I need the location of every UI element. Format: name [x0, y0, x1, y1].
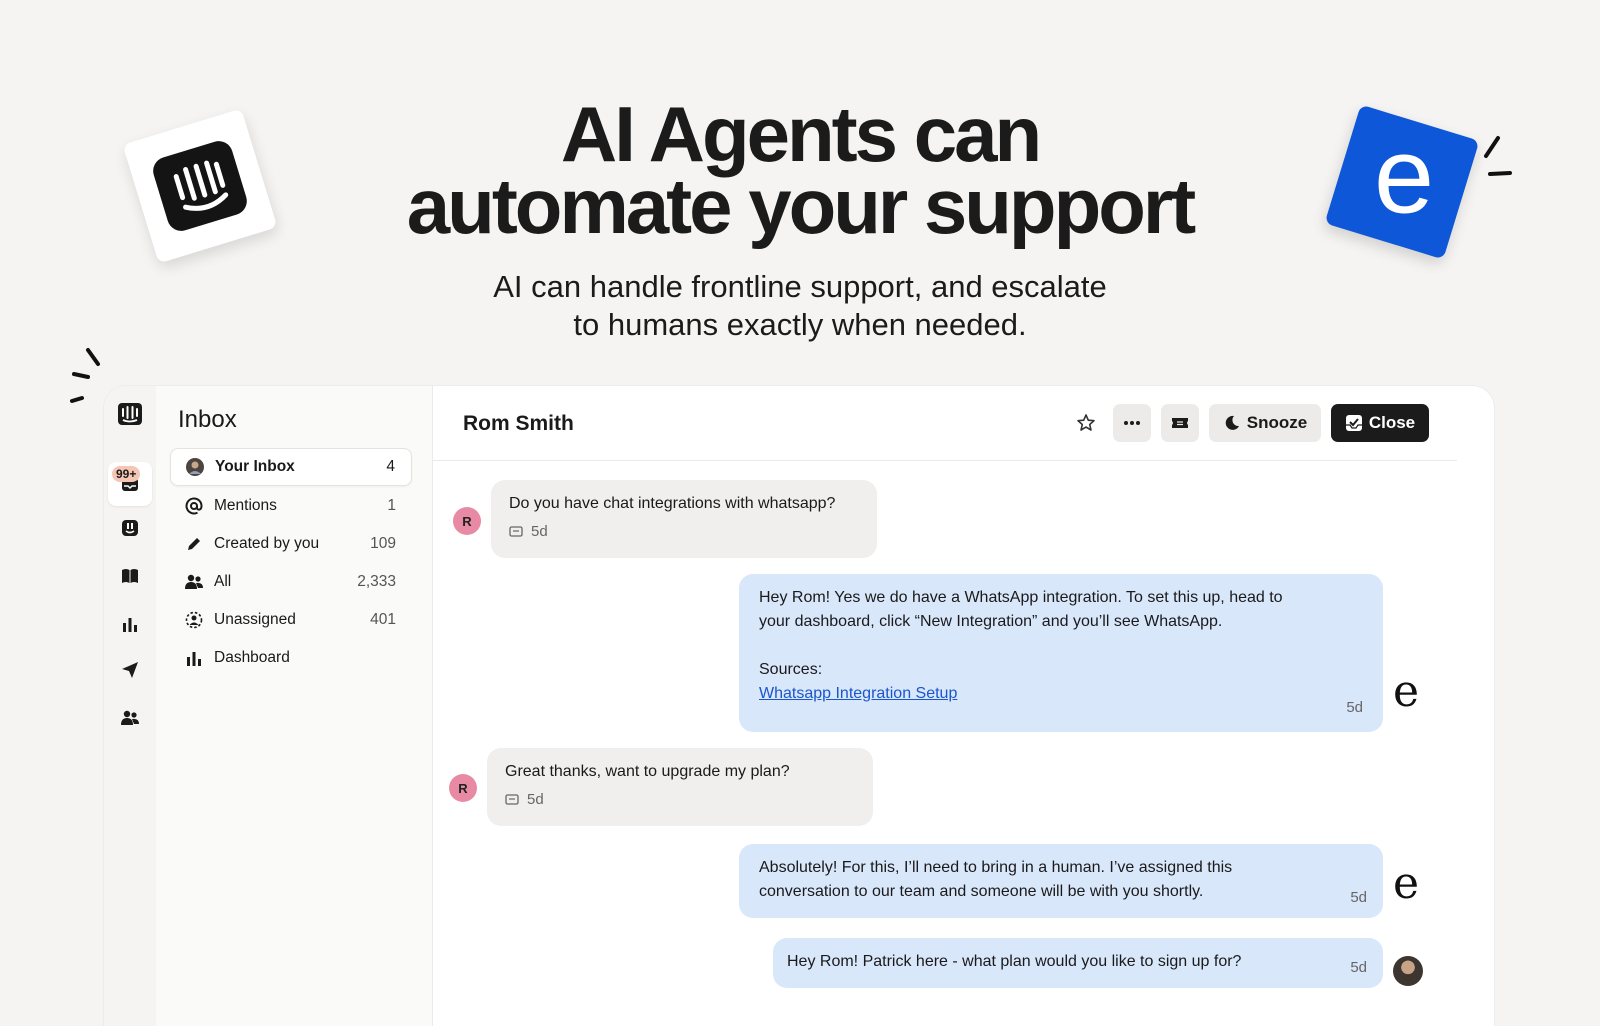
message-time: 5d — [1346, 699, 1363, 716]
bot-message-bubble: Hey Rom! Yes we do have a WhatsApp integ… — [739, 574, 1383, 732]
source-link[interactable]: Whatsapp Integration Setup — [759, 685, 957, 702]
sidebar-item-count: 2,333 — [357, 573, 396, 590]
bot-message-bubble: Absolutely! For this, I’ll need to bring… — [739, 844, 1383, 918]
user-message-bubble: Great thanks, want to upgrade my plan? 5… — [487, 748, 873, 826]
sidebar-item-label: Mentions — [214, 497, 277, 514]
message-time: 5d — [531, 523, 548, 540]
contact-avatar: R — [453, 507, 481, 535]
agent-avatar — [1393, 956, 1423, 986]
sidebar-item-all[interactable]: All 2,333 — [170, 563, 412, 601]
message-meta: 5d — [505, 788, 855, 812]
close-conversation-button[interactable]: Close — [1331, 404, 1429, 442]
conversation-panel: Rom Smith Snooze Close R Do you have cha… — [433, 386, 1494, 1026]
sidebar-item-unassigned[interactable]: Unassigned 401 — [170, 601, 412, 639]
message-time: 5d — [1350, 959, 1367, 976]
message-text-line1: Hey Rom! Yes we do have a WhatsApp integ… — [759, 589, 1283, 606]
pencil-icon — [184, 534, 204, 554]
chat-channel-icon — [505, 794, 519, 805]
inbox-sidebar: Inbox Your Inbox 4 Mentions 1 Created by… — [156, 386, 433, 1026]
sidebar-item-dashboard[interactable]: Dashboard — [170, 639, 412, 677]
ticket-icon — [1172, 418, 1188, 428]
chart-icon — [184, 648, 204, 668]
app-rail: 99+ — [104, 386, 157, 1026]
chart-icon[interactable] — [116, 610, 144, 638]
book-icon[interactable] — [116, 562, 144, 590]
ai-agent-avatar: e — [1393, 858, 1420, 909]
sidebar-item-label: Created by you — [214, 535, 320, 552]
close-inbox-icon — [1345, 415, 1362, 431]
message-text-line2: conversation to our team and someone wil… — [759, 883, 1204, 900]
hero-subtitle-line2: to humans exactly when needed. — [573, 307, 1027, 342]
ai-agent-logo-letter: e — [1374, 114, 1435, 236]
star-icon — [1077, 414, 1095, 431]
sidebar-item-count: 1 — [387, 497, 396, 514]
moon-icon — [1225, 415, 1239, 430]
star-button[interactable] — [1069, 404, 1103, 442]
inbox-app-window: 99+ Inbox Your Inbox 4 Mentions 1 Create… — [104, 386, 1494, 1026]
sidebar-item-created-by-you[interactable]: Created by you 109 — [170, 525, 412, 563]
sparkle-decoration-icon — [1484, 136, 1512, 176]
message-meta: 5d — [509, 520, 859, 544]
people-icon[interactable] — [116, 704, 144, 732]
sidebar-item-your-inbox[interactable]: Your Inbox 4 — [170, 448, 412, 486]
inbox-count-badge: 99+ — [112, 466, 141, 482]
message-text-line1: Absolutely! For this, I’ll need to bring… — [759, 859, 1233, 876]
sidebar-title: Inbox — [178, 406, 237, 433]
close-label: Close — [1368, 413, 1416, 432]
at-icon — [184, 496, 204, 516]
ai-agent-avatar: e — [1393, 666, 1420, 717]
sidebar-item-count: 4 — [386, 458, 395, 475]
message-time: 5d — [1350, 889, 1367, 906]
avatar-icon — [185, 457, 205, 477]
sources-label: Sources: — [759, 661, 823, 678]
ellipsis-icon — [1124, 421, 1140, 425]
agent-message-bubble: Hey Rom! Patrick here - what plan would … — [773, 938, 1383, 988]
conversation-header: Rom Smith Snooze Close — [433, 386, 1457, 461]
unassigned-icon — [184, 610, 204, 630]
user-message-bubble: Do you have chat integrations with whats… — [491, 480, 877, 558]
hero-subtitle-line1: AI can handle frontline support, and esc… — [493, 269, 1107, 304]
more-options-button[interactable] — [1113, 404, 1151, 442]
contact-name: Rom Smith — [463, 412, 574, 435]
message-time: 5d — [527, 791, 544, 808]
chat-channel-icon — [509, 526, 523, 537]
message-text-line2: your dashboard, click “New Integration” … — [759, 613, 1223, 630]
message-text: Do you have chat integrations with whats… — [509, 495, 836, 512]
contact-avatar: R — [449, 774, 477, 802]
send-icon[interactable] — [116, 656, 144, 684]
intercom-logo-icon — [149, 137, 251, 235]
message-text: Hey Rom! Patrick here - what plan would … — [787, 953, 1242, 970]
people-icon — [184, 572, 204, 592]
snooze-button[interactable]: Snooze — [1209, 404, 1321, 442]
intercom-logo-icon[interactable] — [116, 400, 144, 428]
sidebar-item-label: All — [214, 573, 232, 590]
sidebar-item-count: 109 — [370, 535, 396, 552]
fin-bot-icon[interactable] — [116, 514, 144, 542]
sidebar-item-mentions[interactable]: Mentions 1 — [170, 487, 412, 525]
message-text: Great thanks, want to upgrade my plan? — [505, 763, 790, 780]
ticket-button[interactable] — [1161, 404, 1199, 442]
sidebar-item-label: Dashboard — [214, 649, 290, 666]
hero-subtitle: AI can handle frontline support, and esc… — [0, 268, 1600, 344]
sparkle-decoration-icon — [70, 348, 100, 403]
sidebar-item-label: Unassigned — [214, 611, 296, 628]
sidebar-item-count: 401 — [370, 611, 396, 628]
snooze-label: Snooze — [1246, 413, 1308, 432]
sidebar-item-label: Your Inbox — [215, 458, 295, 475]
